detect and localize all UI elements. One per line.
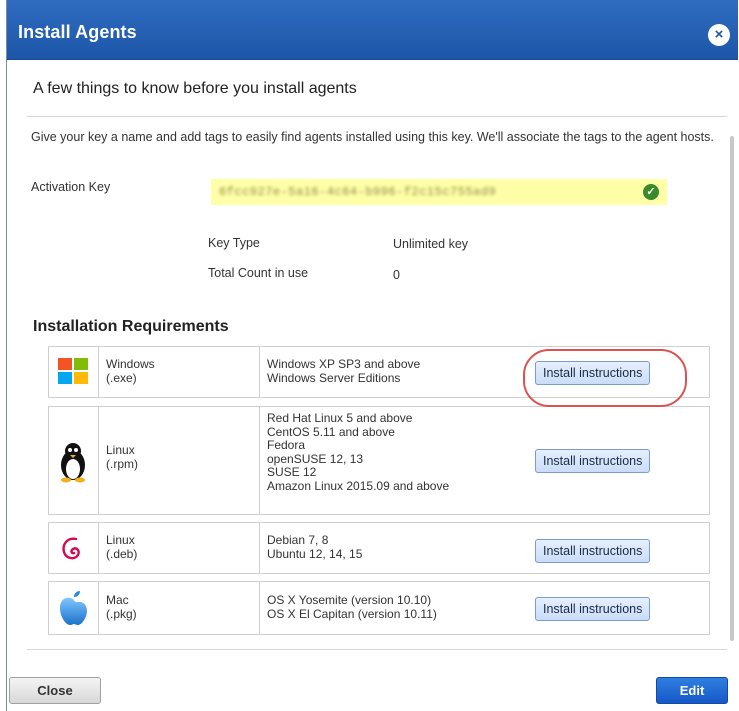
divider bbox=[27, 116, 727, 117]
key-type-value: Unlimited key bbox=[393, 237, 469, 251]
activation-key-field[interactable]: 6fcc927e-5a16-4c64-b996-f2c15c755ad9 ✓ bbox=[211, 179, 667, 205]
activation-key-label: Activation Key bbox=[31, 180, 111, 194]
apple-icon bbox=[49, 582, 99, 634]
linux-tux-icon bbox=[49, 407, 99, 514]
key-type-label: Key Type bbox=[208, 236, 260, 250]
install-agents-dialog: Install Agents × A few things to know be… bbox=[6, 0, 738, 711]
dialog-titlebar: Install Agents × bbox=[7, 0, 738, 60]
requirement-row-mac: Mac (.pkg) OS X Yosemite (version 10.10)… bbox=[48, 581, 710, 635]
total-count-value: 0 bbox=[393, 268, 400, 282]
edit-button[interactable]: Edit bbox=[656, 677, 728, 704]
os-name: Mac bbox=[106, 593, 129, 607]
os-package-ext: (.rpm) bbox=[106, 457, 138, 471]
supported-versions: Windows XP SP3 and above Windows Server … bbox=[267, 357, 421, 385]
total-count-label: Total Count in use bbox=[208, 266, 309, 280]
supported-versions: OS X Yosemite (version 10.10) OS X El Ca… bbox=[267, 593, 437, 621]
dialog-title: Install Agents bbox=[18, 22, 137, 42]
scrollbar[interactable] bbox=[730, 136, 734, 641]
windows-icon bbox=[49, 347, 99, 397]
close-icon[interactable]: × bbox=[708, 24, 730, 46]
debian-swirl-icon bbox=[49, 523, 99, 573]
annotation-highlight-ring bbox=[523, 349, 687, 407]
divider bbox=[27, 649, 727, 650]
os-name: Linux bbox=[106, 533, 135, 547]
requirement-row-linux-deb: Linux (.deb) Debian 7, 8 Ubuntu 12, 14, … bbox=[48, 522, 710, 574]
dialog-subtitle: A few things to know before you install … bbox=[33, 80, 357, 97]
os-package-ext: (.exe) bbox=[106, 371, 137, 385]
os-package-ext: (.deb) bbox=[106, 547, 138, 561]
requirement-row-linux-rpm: Linux (.rpm) Red Hat Linux 5 and above C… bbox=[48, 406, 710, 515]
requirements-heading: Installation Requirements bbox=[33, 318, 229, 335]
close-button[interactable]: Close bbox=[9, 677, 101, 704]
check-icon: ✓ bbox=[643, 184, 659, 200]
os-name: Windows bbox=[106, 357, 155, 371]
os-name: Linux bbox=[106, 443, 135, 457]
supported-versions: Red Hat Linux 5 and above CentOS 5.11 an… bbox=[267, 411, 450, 493]
supported-versions: Debian 7, 8 Ubuntu 12, 14, 15 bbox=[267, 533, 363, 561]
install-instructions-button-linux-deb[interactable]: Install instructions bbox=[535, 539, 651, 563]
activation-key-value: 6fcc927e-5a16-4c64-b996-f2c15c755ad9 bbox=[219, 185, 497, 199]
intro-text: Give your key a name and add tags to eas… bbox=[31, 130, 714, 144]
install-instructions-button-mac[interactable]: Install instructions bbox=[535, 597, 651, 621]
os-package-ext: (.pkg) bbox=[106, 607, 137, 621]
install-instructions-button-linux-rpm[interactable]: Install instructions bbox=[535, 449, 651, 473]
